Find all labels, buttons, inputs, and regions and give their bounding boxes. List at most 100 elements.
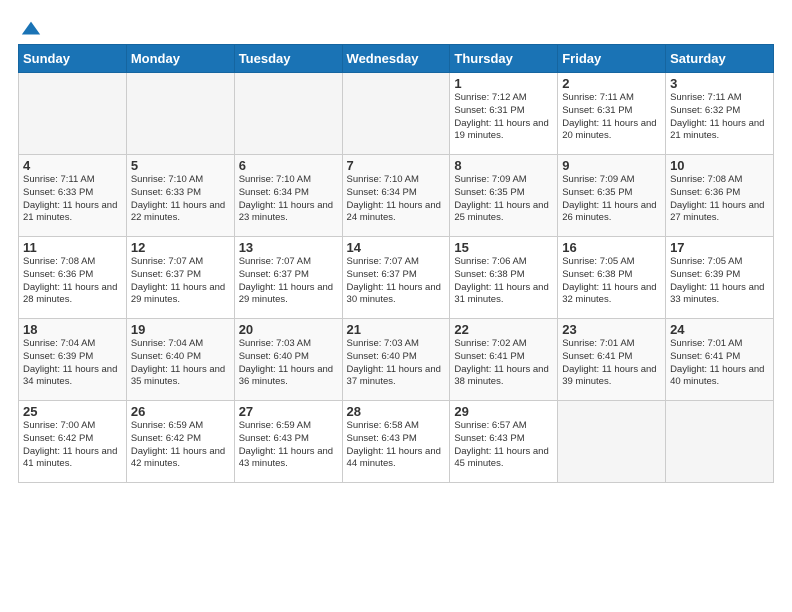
calendar-cell: 28Sunrise: 6:58 AMSunset: 6:43 PMDayligh…: [342, 401, 450, 483]
day-number: 27: [239, 404, 338, 419]
calendar-week-3: 18Sunrise: 7:04 AMSunset: 6:39 PMDayligh…: [19, 319, 774, 401]
calendar-cell: [234, 73, 342, 155]
calendar-cell: 12Sunrise: 7:07 AMSunset: 6:37 PMDayligh…: [126, 237, 234, 319]
day-header-tuesday: Tuesday: [234, 45, 342, 73]
calendar-cell: [342, 73, 450, 155]
calendar-cell: 21Sunrise: 7:03 AMSunset: 6:40 PMDayligh…: [342, 319, 450, 401]
calendar-cell: 24Sunrise: 7:01 AMSunset: 6:41 PMDayligh…: [666, 319, 774, 401]
calendar-cell: [19, 73, 127, 155]
day-number: 20: [239, 322, 338, 337]
day-info: Sunrise: 6:59 AMSunset: 6:43 PMDaylight:…: [239, 420, 338, 471]
calendar-header-row: SundayMondayTuesdayWednesdayThursdayFrid…: [19, 45, 774, 73]
day-info: Sunrise: 7:03 AMSunset: 6:40 PMDaylight:…: [239, 338, 338, 389]
calendar-cell: [666, 401, 774, 483]
day-info: Sunrise: 7:04 AMSunset: 6:40 PMDaylight:…: [131, 338, 230, 389]
day-info: Sunrise: 7:11 AMSunset: 6:32 PMDaylight:…: [670, 92, 769, 143]
day-info: Sunrise: 7:11 AMSunset: 6:31 PMDaylight:…: [562, 92, 661, 143]
calendar-cell: 14Sunrise: 7:07 AMSunset: 6:37 PMDayligh…: [342, 237, 450, 319]
day-number: 25: [23, 404, 122, 419]
calendar-week-4: 25Sunrise: 7:00 AMSunset: 6:42 PMDayligh…: [19, 401, 774, 483]
day-number: 12: [131, 240, 230, 255]
day-number: 23: [562, 322, 661, 337]
day-info: Sunrise: 7:07 AMSunset: 6:37 PMDaylight:…: [347, 256, 446, 307]
day-info: Sunrise: 7:12 AMSunset: 6:31 PMDaylight:…: [454, 92, 553, 143]
calendar-week-1: 4Sunrise: 7:11 AMSunset: 6:33 PMDaylight…: [19, 155, 774, 237]
calendar-cell: 1Sunrise: 7:12 AMSunset: 6:31 PMDaylight…: [450, 73, 558, 155]
calendar-cell: 15Sunrise: 7:06 AMSunset: 6:38 PMDayligh…: [450, 237, 558, 319]
calendar-cell: 23Sunrise: 7:01 AMSunset: 6:41 PMDayligh…: [558, 319, 666, 401]
day-header-sunday: Sunday: [19, 45, 127, 73]
day-header-friday: Friday: [558, 45, 666, 73]
calendar-cell: 22Sunrise: 7:02 AMSunset: 6:41 PMDayligh…: [450, 319, 558, 401]
day-info: Sunrise: 6:59 AMSunset: 6:42 PMDaylight:…: [131, 420, 230, 471]
calendar-cell: 6Sunrise: 7:10 AMSunset: 6:34 PMDaylight…: [234, 155, 342, 237]
day-info: Sunrise: 7:10 AMSunset: 6:34 PMDaylight:…: [347, 174, 446, 225]
calendar-cell: 7Sunrise: 7:10 AMSunset: 6:34 PMDaylight…: [342, 155, 450, 237]
day-info: Sunrise: 7:09 AMSunset: 6:35 PMDaylight:…: [562, 174, 661, 225]
day-info: Sunrise: 6:57 AMSunset: 6:43 PMDaylight:…: [454, 420, 553, 471]
calendar-cell: 2Sunrise: 7:11 AMSunset: 6:31 PMDaylight…: [558, 73, 666, 155]
day-number: 21: [347, 322, 446, 337]
day-info: Sunrise: 7:05 AMSunset: 6:39 PMDaylight:…: [670, 256, 769, 307]
calendar-cell: 20Sunrise: 7:03 AMSunset: 6:40 PMDayligh…: [234, 319, 342, 401]
day-info: Sunrise: 7:00 AMSunset: 6:42 PMDaylight:…: [23, 420, 122, 471]
day-info: Sunrise: 7:06 AMSunset: 6:38 PMDaylight:…: [454, 256, 553, 307]
day-info: Sunrise: 7:10 AMSunset: 6:34 PMDaylight:…: [239, 174, 338, 225]
day-info: Sunrise: 7:07 AMSunset: 6:37 PMDaylight:…: [131, 256, 230, 307]
day-header-thursday: Thursday: [450, 45, 558, 73]
day-header-saturday: Saturday: [666, 45, 774, 73]
day-number: 3: [670, 76, 769, 91]
day-number: 10: [670, 158, 769, 173]
day-header-wednesday: Wednesday: [342, 45, 450, 73]
logo: [18, 18, 42, 36]
calendar-week-0: 1Sunrise: 7:12 AMSunset: 6:31 PMDaylight…: [19, 73, 774, 155]
calendar-cell: [126, 73, 234, 155]
day-number: 26: [131, 404, 230, 419]
day-info: Sunrise: 7:05 AMSunset: 6:38 PMDaylight:…: [562, 256, 661, 307]
calendar-cell: 26Sunrise: 6:59 AMSunset: 6:42 PMDayligh…: [126, 401, 234, 483]
day-info: Sunrise: 7:08 AMSunset: 6:36 PMDaylight:…: [23, 256, 122, 307]
day-number: 9: [562, 158, 661, 173]
calendar-table: SundayMondayTuesdayWednesdayThursdayFrid…: [18, 44, 774, 483]
calendar-cell: 8Sunrise: 7:09 AMSunset: 6:35 PMDaylight…: [450, 155, 558, 237]
day-info: Sunrise: 7:04 AMSunset: 6:39 PMDaylight:…: [23, 338, 122, 389]
day-number: 5: [131, 158, 230, 173]
day-info: Sunrise: 7:01 AMSunset: 6:41 PMDaylight:…: [670, 338, 769, 389]
calendar-cell: 11Sunrise: 7:08 AMSunset: 6:36 PMDayligh…: [19, 237, 127, 319]
day-number: 8: [454, 158, 553, 173]
day-number: 15: [454, 240, 553, 255]
calendar-cell: 18Sunrise: 7:04 AMSunset: 6:39 PMDayligh…: [19, 319, 127, 401]
day-number: 28: [347, 404, 446, 419]
calendar-cell: 4Sunrise: 7:11 AMSunset: 6:33 PMDaylight…: [19, 155, 127, 237]
day-number: 22: [454, 322, 553, 337]
calendar-cell: 13Sunrise: 7:07 AMSunset: 6:37 PMDayligh…: [234, 237, 342, 319]
day-number: 1: [454, 76, 553, 91]
day-info: Sunrise: 7:10 AMSunset: 6:33 PMDaylight:…: [131, 174, 230, 225]
calendar-cell: 25Sunrise: 7:00 AMSunset: 6:42 PMDayligh…: [19, 401, 127, 483]
day-number: 4: [23, 158, 122, 173]
header: [18, 18, 774, 36]
day-number: 24: [670, 322, 769, 337]
calendar-cell: [558, 401, 666, 483]
day-info: Sunrise: 7:11 AMSunset: 6:33 PMDaylight:…: [23, 174, 122, 225]
day-info: Sunrise: 7:09 AMSunset: 6:35 PMDaylight:…: [454, 174, 553, 225]
day-number: 2: [562, 76, 661, 91]
calendar-cell: 27Sunrise: 6:59 AMSunset: 6:43 PMDayligh…: [234, 401, 342, 483]
calendar-cell: 10Sunrise: 7:08 AMSunset: 6:36 PMDayligh…: [666, 155, 774, 237]
calendar-cell: 17Sunrise: 7:05 AMSunset: 6:39 PMDayligh…: [666, 237, 774, 319]
day-number: 14: [347, 240, 446, 255]
calendar-cell: 3Sunrise: 7:11 AMSunset: 6:32 PMDaylight…: [666, 73, 774, 155]
day-info: Sunrise: 7:07 AMSunset: 6:37 PMDaylight:…: [239, 256, 338, 307]
calendar-cell: 9Sunrise: 7:09 AMSunset: 6:35 PMDaylight…: [558, 155, 666, 237]
day-info: Sunrise: 7:08 AMSunset: 6:36 PMDaylight:…: [670, 174, 769, 225]
day-number: 19: [131, 322, 230, 337]
day-number: 17: [670, 240, 769, 255]
day-info: Sunrise: 6:58 AMSunset: 6:43 PMDaylight:…: [347, 420, 446, 471]
calendar-cell: 16Sunrise: 7:05 AMSunset: 6:38 PMDayligh…: [558, 237, 666, 319]
logo-text: [18, 18, 42, 40]
day-number: 16: [562, 240, 661, 255]
day-number: 6: [239, 158, 338, 173]
logo-icon: [20, 18, 42, 40]
calendar-cell: 19Sunrise: 7:04 AMSunset: 6:40 PMDayligh…: [126, 319, 234, 401]
day-number: 7: [347, 158, 446, 173]
